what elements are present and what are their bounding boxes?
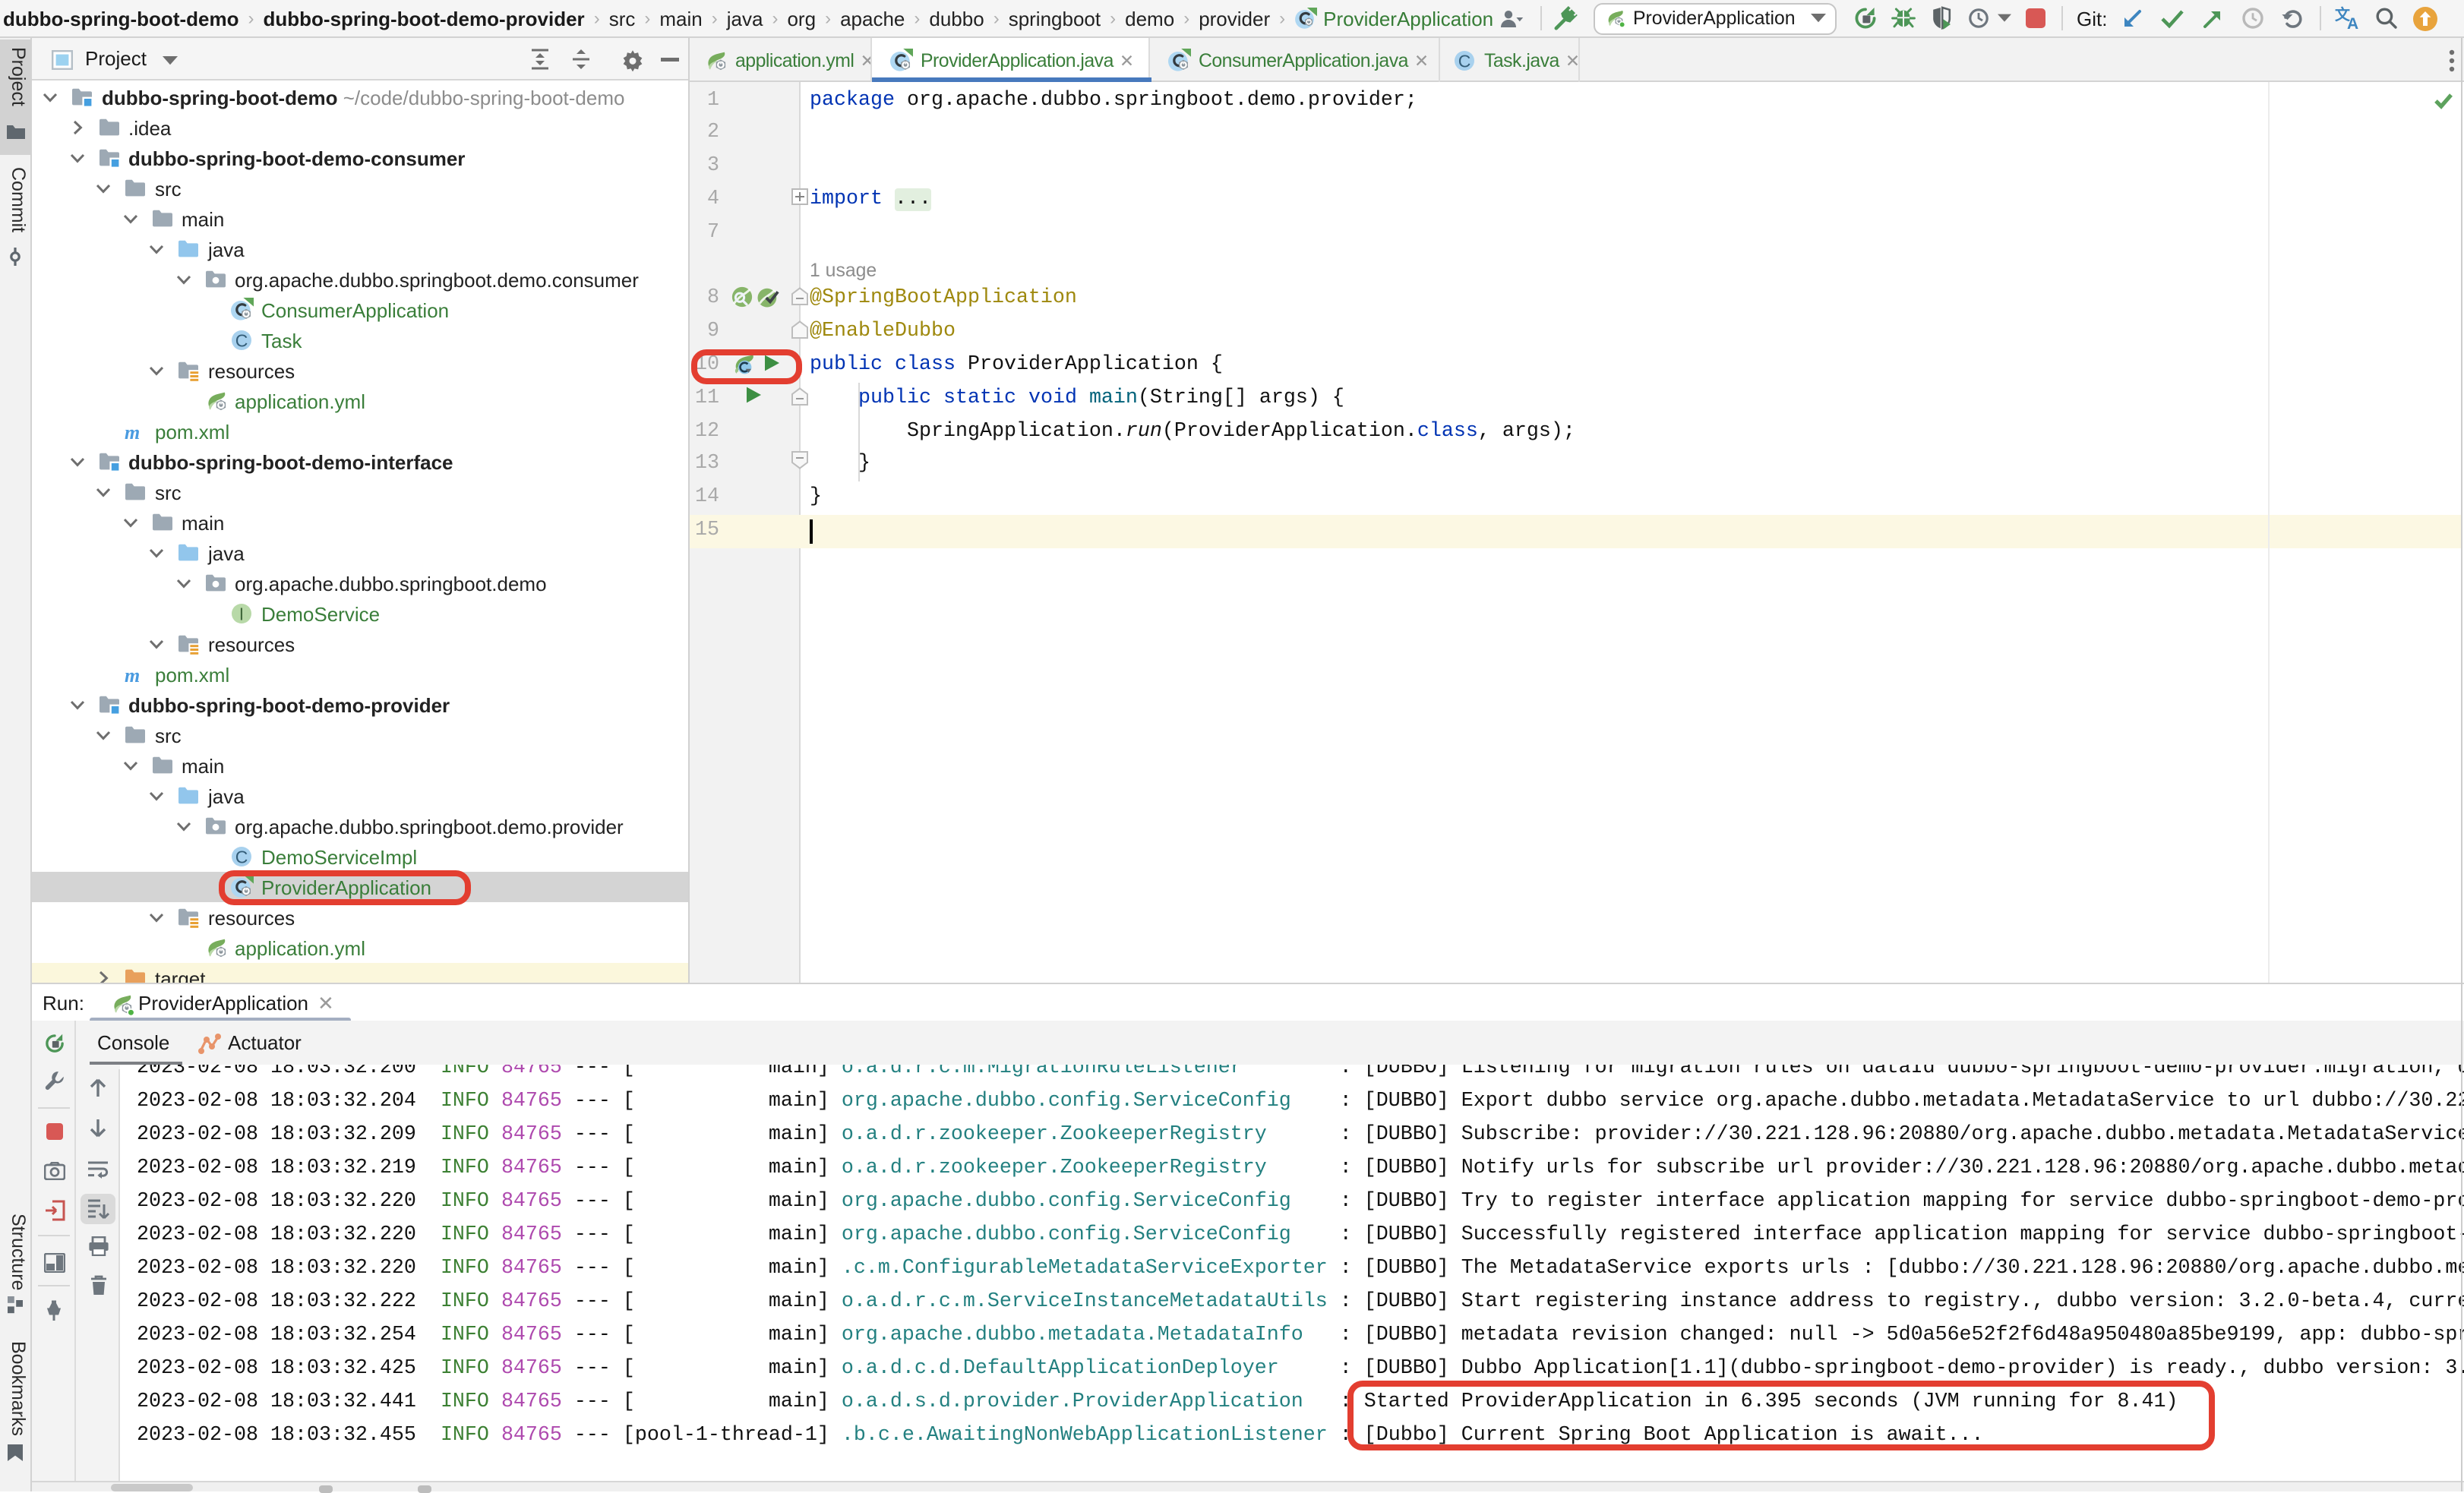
svg-text:C: C [235, 330, 248, 350]
svg-text:C: C [1458, 50, 1471, 70]
svg-text:C: C [235, 847, 248, 866]
svg-text:m: m [125, 664, 140, 687]
svg-text:m: m [125, 421, 140, 443]
svg-text:A: A [2347, 15, 2358, 30]
svg-text:I: I [239, 604, 244, 623]
